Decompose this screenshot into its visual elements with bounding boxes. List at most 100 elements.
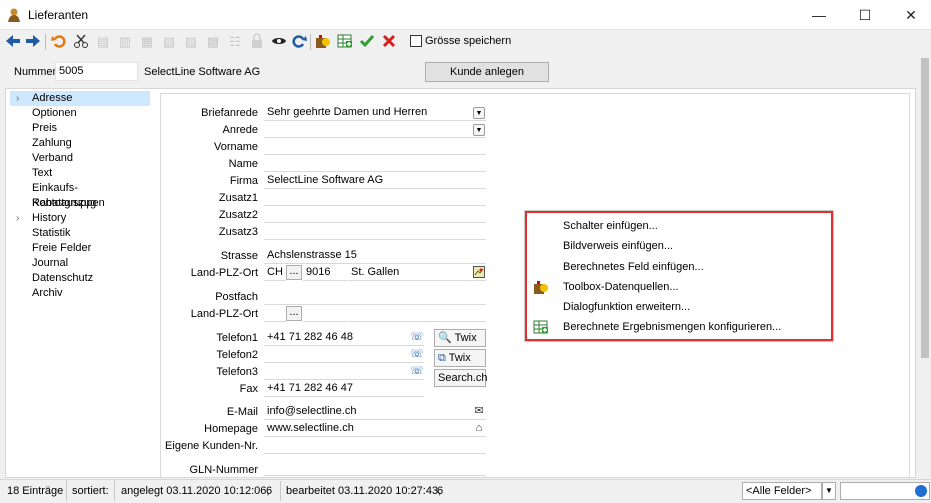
status-angelegt: angelegt 03.11.2020 10:12:06, xyxy=(121,485,270,497)
strasse-label: Strasse xyxy=(220,250,258,262)
postfach-plz-field[interactable] xyxy=(303,306,347,322)
felder-select[interactable]: <Alle Felder> xyxy=(742,482,822,500)
chevron-down-icon[interactable]: ▼ xyxy=(822,482,836,500)
cut-icon[interactable] xyxy=(72,33,90,51)
email-field[interactable]: info@selectline.ch xyxy=(264,404,486,420)
phone-icon[interactable]: ☏ xyxy=(410,348,424,361)
toolbox-icon[interactable] xyxy=(314,33,332,51)
nav-item-journal[interactable]: Journal xyxy=(10,256,150,271)
chevron-right-icon: › xyxy=(16,213,20,224)
menu-item-toolbox-datenquellen[interactable]: Toolbox-Datenquellen... xyxy=(563,281,679,293)
name-field[interactable] xyxy=(264,156,486,172)
gln-label: GLN-Nummer xyxy=(189,464,258,476)
gln-field[interactable] xyxy=(264,460,486,476)
eye-icon[interactable] xyxy=(270,33,288,51)
groesse-checkbox[interactable] xyxy=(410,35,422,47)
nav-item-einkaufs-rabattgruppen[interactable]: Einkaufs-Rabattgruppen xyxy=(10,181,150,209)
briefanrede-select[interactable]: Sehr geehrte Damen und Herren xyxy=(264,105,486,121)
telefon2-label: Telefon2 xyxy=(216,349,258,361)
nav-item-freie-felder[interactable]: Freie Felder xyxy=(10,241,150,256)
zusatz2-field[interactable] xyxy=(264,207,486,223)
postfach-label: Postfach xyxy=(215,291,258,303)
zusatz1-label: Zusatz1 xyxy=(218,192,258,204)
strasse-field[interactable]: Achslenstrasse 15 xyxy=(264,248,486,264)
menu-item-berechnetes-feld[interactable]: Berechnetes Feld einfügen... xyxy=(563,261,704,273)
zusatz2-label: Zusatz2 xyxy=(218,209,258,221)
kunde-anlegen-button[interactable]: Kunde anlegen xyxy=(425,62,549,82)
chevron-down-icon[interactable]: ▼ xyxy=(473,107,485,119)
searchch-button[interactable]: Search.ch xyxy=(434,369,488,387)
telefon1-label: Telefon1 xyxy=(216,332,258,344)
fax-label: Fax xyxy=(239,383,258,395)
toolbar-separator xyxy=(45,34,46,50)
nav-item-preis[interactable]: Preis xyxy=(10,121,150,136)
telefon2-field[interactable] xyxy=(264,347,424,363)
nav-item-history[interactable]: › History xyxy=(10,211,150,226)
arrow-left-icon[interactable] xyxy=(4,33,22,51)
nav-item-zahlung[interactable]: Zahlung xyxy=(10,136,150,151)
land-field[interactable]: CH xyxy=(264,265,286,281)
postfach-field[interactable] xyxy=(264,289,486,305)
menu-item-schalter[interactable]: Schalter einfügen... xyxy=(563,220,658,232)
check-icon[interactable] xyxy=(358,33,376,51)
menu-item-ergebnismengen[interactable]: Berechnete Ergebnismengen konfigurieren.… xyxy=(563,321,781,333)
context-menu: Schalter einfügen... Bildverweis einfüge… xyxy=(524,210,834,342)
land-lookup-button[interactable]: ... xyxy=(286,265,302,280)
menu-item-dialogfunktion[interactable]: Dialogfunktion erweitern... xyxy=(563,301,690,313)
nummer-field[interactable]: 5005 xyxy=(55,62,138,81)
maximize-button[interactable]: ☐ xyxy=(842,0,888,30)
status-search-input[interactable] xyxy=(840,482,930,500)
undo-icon[interactable] xyxy=(50,33,68,51)
status-separator xyxy=(114,481,115,501)
minimize-button[interactable]: — xyxy=(796,0,842,30)
vorname-label: Vorname xyxy=(213,141,258,153)
fax-field[interactable]: +41 71 282 46 47 xyxy=(264,381,424,397)
nav-item-archiv[interactable]: Archiv xyxy=(10,286,150,301)
homepage-field[interactable]: www.selectline.ch xyxy=(264,421,486,437)
firma-field[interactable]: SelectLine Software AG xyxy=(264,173,486,189)
vorname-field[interactable] xyxy=(264,139,486,155)
postfach-ort-field[interactable] xyxy=(348,306,486,322)
nav-label: Optionen xyxy=(32,107,77,119)
scrollbar-thumb[interactable] xyxy=(921,58,929,358)
mail-icon[interactable]: ✉ xyxy=(472,405,486,418)
twix-copy-button[interactable]: ⧉ Twix xyxy=(434,349,486,367)
nav-item-text[interactable]: Text xyxy=(10,166,150,181)
zusatz1-field[interactable] xyxy=(264,190,486,206)
plz-field[interactable]: 9016 xyxy=(303,265,347,281)
twix-search-button[interactable]: 🔍 Twix xyxy=(434,329,486,347)
nav-item-kontoauszug[interactable]: Kontoauszug xyxy=(10,196,150,211)
nav-label: Text xyxy=(32,167,53,179)
anrede-select[interactable] xyxy=(264,122,486,138)
search-icon[interactable] xyxy=(915,485,927,497)
ort-field[interactable]: St. Gallen xyxy=(348,265,486,281)
home-icon[interactable]: ⌂ xyxy=(472,422,486,435)
nav-label: Statistik xyxy=(32,227,71,239)
anrede-label: Anrede xyxy=(222,124,258,136)
phone-icon[interactable]: ☏ xyxy=(410,331,424,344)
nav-label: Verband xyxy=(32,152,73,164)
nav-item-verband[interactable]: Verband xyxy=(10,151,150,166)
refresh-icon[interactable] xyxy=(290,33,308,51)
nav-item-datenschutz[interactable]: Datenschutz xyxy=(10,271,150,286)
arrow-right-icon[interactable] xyxy=(24,33,42,51)
close-button[interactable]: ✕ xyxy=(888,0,931,30)
phone-icon[interactable]: ☏ xyxy=(410,365,424,378)
cancel-icon[interactable] xyxy=(380,33,398,51)
menu-item-bildverweis[interactable]: Bildverweis einfügen... xyxy=(563,240,673,252)
nav-item-statistik[interactable]: Statistik xyxy=(10,226,150,241)
telefon3-field[interactable] xyxy=(264,364,424,380)
table-add-icon[interactable] xyxy=(336,33,354,51)
zusatz3-field[interactable] xyxy=(264,224,486,240)
nav-item-optionen[interactable]: Optionen xyxy=(10,106,150,121)
toolbar-separator xyxy=(310,34,311,50)
postfach-land-field[interactable] xyxy=(264,306,286,322)
align-right-icon: ▧ xyxy=(162,34,176,49)
telefon1-field[interactable]: +41 71 282 46 48 xyxy=(264,330,424,346)
postfach-land-lookup-button[interactable]: ... xyxy=(286,306,302,321)
chevron-down-icon[interactable]: ▼ xyxy=(473,124,485,136)
nav-item-adresse[interactable]: › Adresse xyxy=(10,91,150,106)
status-bearbeitet: bearbeitet 03.11.2020 10:27:43, xyxy=(286,485,442,497)
map-icon[interactable] xyxy=(472,266,486,279)
eigene-kunden-nr-field[interactable] xyxy=(264,438,486,454)
